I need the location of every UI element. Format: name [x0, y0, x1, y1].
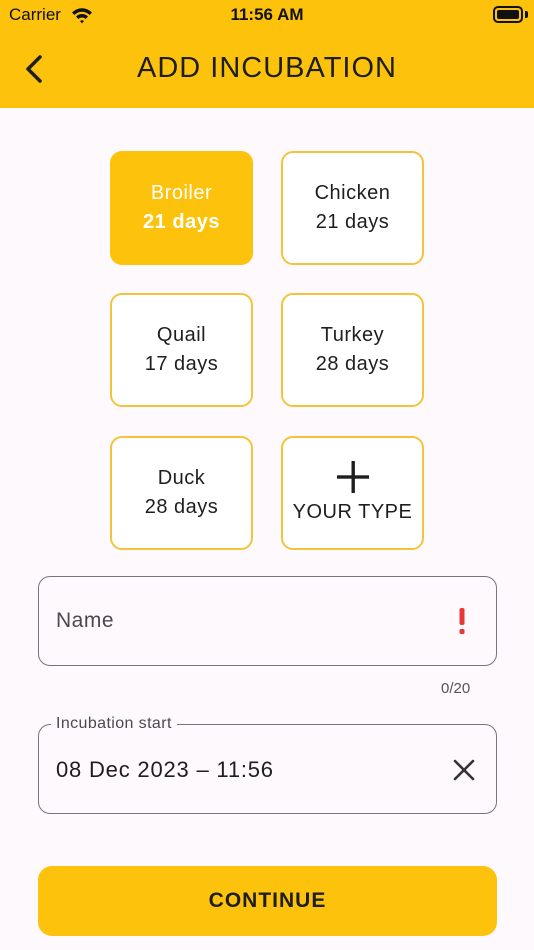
incubation-start-label: Incubation start: [51, 715, 177, 733]
name-char-counter: 0/20: [441, 680, 471, 697]
name-input[interactable]: Name: [38, 576, 497, 666]
incubation-start-field[interactable]: Incubation start 08 Dec 2023 – 11:56: [38, 715, 497, 814]
add-custom-type-button[interactable]: YOUR TYPE: [281, 436, 424, 550]
type-name: Turkey: [320, 324, 385, 346]
type-card-broiler[interactable]: Broiler 21 days: [110, 151, 253, 265]
battery-icon: [493, 6, 523, 23]
type-name: Broiler: [150, 182, 213, 204]
page-title: ADD INCUBATION: [137, 52, 397, 84]
close-icon: [453, 759, 475, 781]
type-days: 28 days: [315, 353, 390, 375]
continue-button[interactable]: CONTINUE: [38, 866, 497, 936]
app-header: Carrier 11:56 AM ADD INCUBATION: [0, 0, 534, 108]
plus-icon: [336, 461, 369, 493]
battery-nub: [525, 11, 528, 18]
status-bar: Carrier 11:56 AM: [0, 0, 534, 30]
type-days: 21 days: [315, 211, 390, 233]
type-card-chicken[interactable]: Chicken 21 days: [281, 151, 424, 265]
type-card-turkey[interactable]: Turkey 28 days: [281, 293, 424, 407]
custom-type-label: YOUR TYPE: [292, 501, 413, 523]
clear-date-button[interactable]: [449, 755, 479, 785]
status-time: 11:56 AM: [230, 5, 304, 24]
type-days: 28 days: [144, 496, 219, 518]
exclamation-icon: [459, 608, 465, 634]
type-card-duck[interactable]: Duck 28 days: [110, 436, 253, 550]
type-days: 21 days: [143, 211, 220, 233]
incubation-start-value: 08 Dec 2023 – 11:56: [56, 757, 274, 782]
name-placeholder: Name: [56, 609, 115, 632]
type-name: Quail: [156, 324, 207, 346]
type-name: Duck: [157, 467, 206, 489]
type-days: 17 days: [144, 353, 219, 375]
type-card-quail[interactable]: Quail 17 days: [110, 293, 253, 407]
type-name: Chicken: [314, 182, 391, 204]
